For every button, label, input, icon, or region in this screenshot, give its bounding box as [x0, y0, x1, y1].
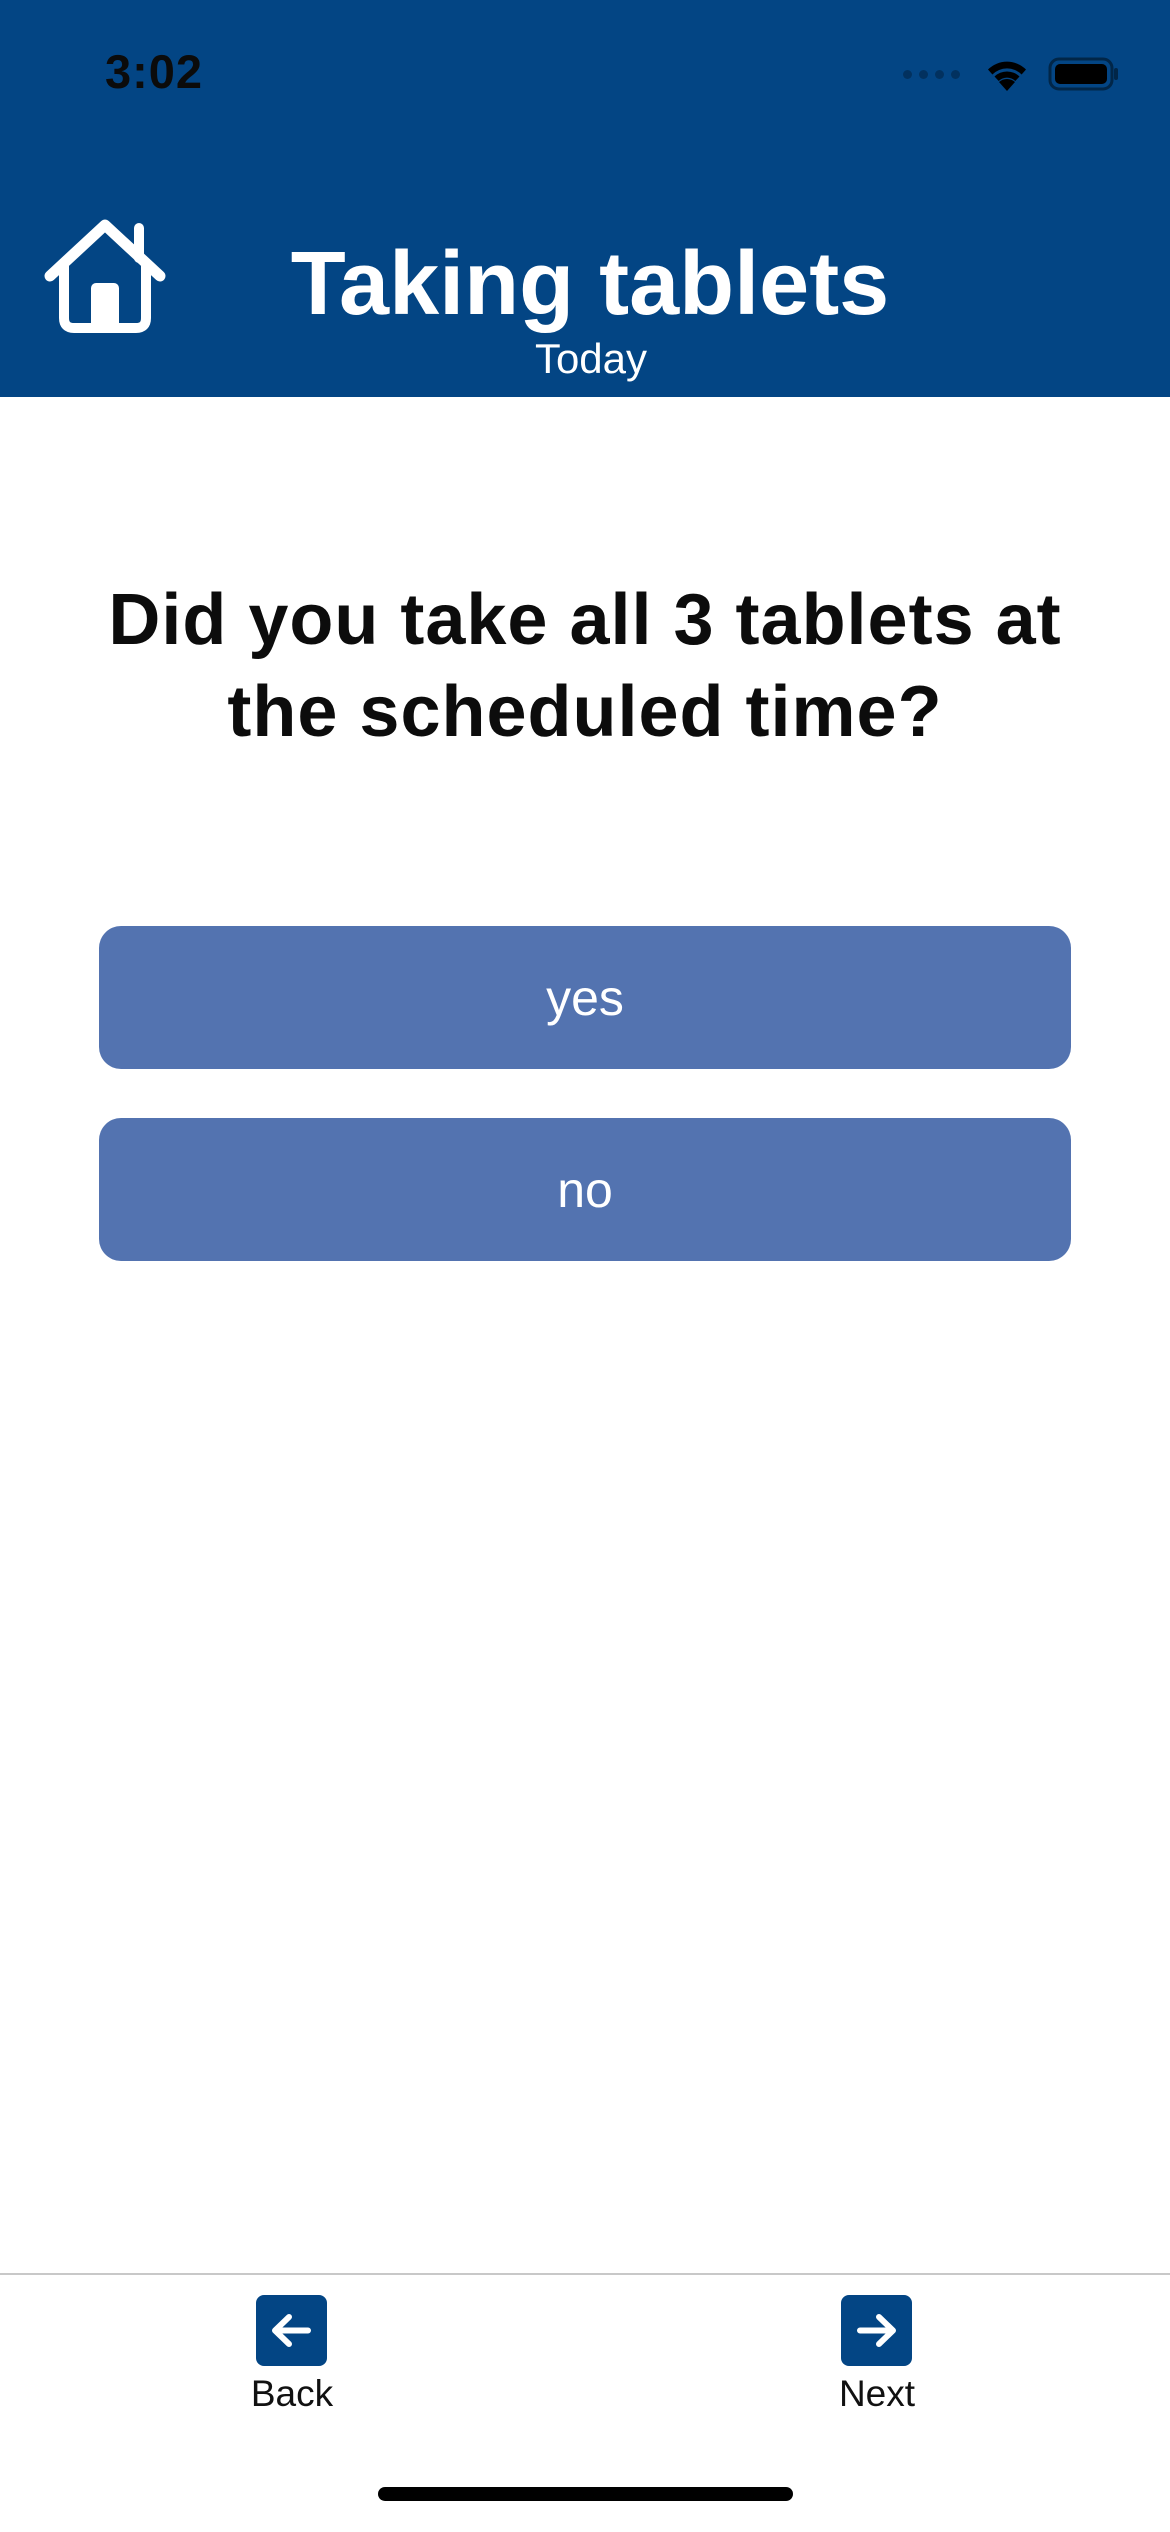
page-subtitle: Today — [534, 335, 648, 382]
question-text: Did you take all 3 tablets at the schedu… — [108, 580, 1062, 752]
page-title: Taking tablets — [290, 234, 890, 334]
status-time: 3:02 — [105, 45, 204, 98]
next-label: Next — [838, 2373, 916, 2414]
back-label: Back — [250, 2373, 334, 2414]
status-icons — [903, 54, 1120, 94]
home-indicator[interactable] — [378, 2487, 793, 2501]
next-button[interactable]: Next — [777, 2295, 977, 2425]
footer-divider — [0, 2273, 1170, 2275]
yes-button[interactable]: yes — [99, 926, 1071, 1069]
signal-dots-icon — [903, 69, 960, 79]
app-header: 3:02 Taking tablets Today — [0, 0, 1170, 397]
battery-icon — [1048, 57, 1118, 91]
arrow-left-icon — [256, 2295, 327, 2366]
arrow-right-icon — [841, 2295, 912, 2366]
back-button[interactable]: Back — [192, 2295, 392, 2425]
wifi-icon — [988, 61, 1026, 91]
no-button[interactable]: no — [99, 1118, 1071, 1261]
